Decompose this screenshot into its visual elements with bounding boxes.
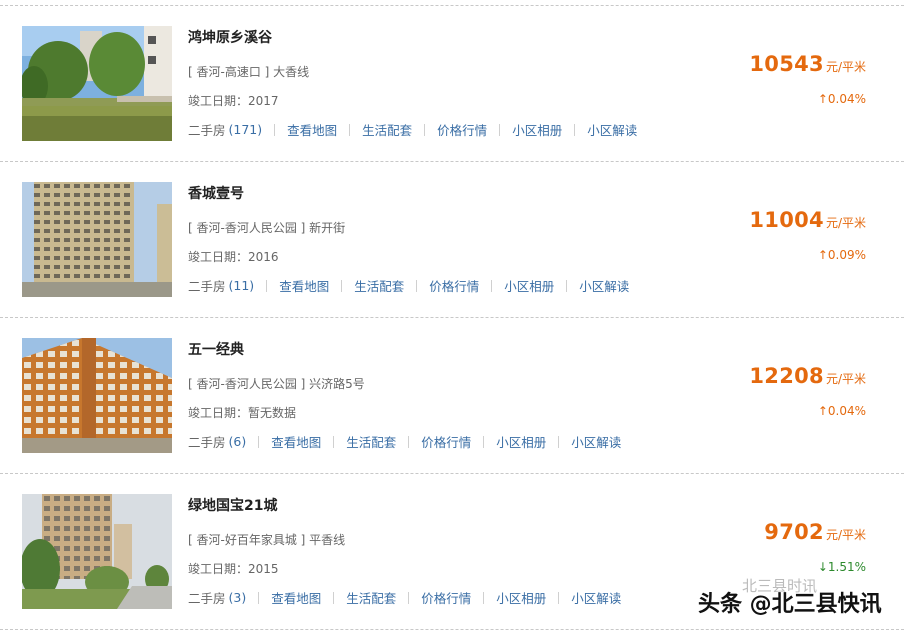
amenities-link[interactable]: 生活配套 xyxy=(362,120,412,139)
price-unit: 元/平米 xyxy=(825,372,866,386)
map-link[interactable]: 查看地图 xyxy=(271,432,321,451)
link-separator xyxy=(408,591,410,604)
album-link[interactable]: 小区相册 xyxy=(512,120,562,139)
link-separator xyxy=(483,435,485,448)
link-separator xyxy=(333,435,335,448)
secondhand-count[interactable]: (3) xyxy=(229,590,247,605)
link-separator xyxy=(499,123,501,136)
secondhand-label[interactable]: 二手房 xyxy=(188,276,226,295)
divider-bottom xyxy=(0,629,904,630)
price-unit: 元/平米 xyxy=(825,216,866,230)
price-trend-link[interactable]: 价格行情 xyxy=(421,432,471,451)
link-separator xyxy=(266,279,268,292)
secondhand-count[interactable]: (171) xyxy=(229,122,263,137)
link-separator xyxy=(416,279,418,292)
listing-links: 二手房 (11) 查看地图 生活配套 价格行情 小区相册 小区解读 xyxy=(188,276,629,295)
link-separator xyxy=(558,435,560,448)
listing-item: 鸿坤原乡溪谷 [ 香河-高速口 ] 大香线 竣工日期：2017 二手房 (171… xyxy=(0,6,904,162)
listing-address: [ 香河-好百年家具城 ] 平香线 xyxy=(188,533,346,547)
listing-address: [ 香河-香河人民公园 ] 兴济路5号 xyxy=(188,377,365,391)
link-separator xyxy=(424,123,426,136)
album-link[interactable]: 小区相册 xyxy=(496,588,546,607)
price-value: 9702 xyxy=(764,520,824,544)
listing-links: 二手房 (3) 查看地图 生活配套 价格行情 小区相册 小区解读 xyxy=(188,588,621,607)
secondhand-count[interactable]: (11) xyxy=(229,278,255,293)
listing-name[interactable]: 香城壹号 xyxy=(188,183,244,203)
listing-photo[interactable] xyxy=(22,26,172,141)
link-separator xyxy=(483,591,485,604)
listing-price: 11004 元/平米 xyxy=(749,208,866,232)
price-change: ↑0.04% xyxy=(817,404,866,418)
listing-name[interactable]: 鸿坤原乡溪谷 xyxy=(188,27,272,47)
price-value: 10543 xyxy=(749,52,824,76)
secondhand-count[interactable]: (6) xyxy=(229,434,247,449)
secondhand-label[interactable]: 二手房 xyxy=(188,120,226,139)
price-trend-link[interactable]: 价格行情 xyxy=(429,276,479,295)
map-link[interactable]: 查看地图 xyxy=(271,588,321,607)
link-separator xyxy=(491,279,493,292)
listing-price: 9702 元/平米 xyxy=(764,520,866,544)
map-link[interactable]: 查看地图 xyxy=(279,276,329,295)
listing-name[interactable]: 绿地国宝21城 xyxy=(188,495,277,515)
listing-price: 10543 元/平米 xyxy=(749,52,866,76)
link-separator xyxy=(574,123,576,136)
price-change: ↓1.51% xyxy=(817,560,866,574)
price-change: ↑0.09% xyxy=(817,248,866,262)
analysis-link[interactable]: 小区解读 xyxy=(571,432,621,451)
link-separator xyxy=(274,123,276,136)
link-separator xyxy=(566,279,568,292)
listing-year: 竣工日期：暂无数据 xyxy=(188,406,297,420)
price-value: 11004 xyxy=(749,208,824,232)
album-link[interactable]: 小区相册 xyxy=(504,276,554,295)
price-unit: 元/平米 xyxy=(825,60,866,74)
link-separator xyxy=(258,435,260,448)
listing-links: 二手房 (171) 查看地图 生活配套 价格行情 小区相册 小区解读 xyxy=(188,120,637,139)
listing-item: 香城壹号 [ 香河-香河人民公园 ] 新开街 竣工日期：2016 二手房 (11… xyxy=(0,162,904,318)
listing-item: 五一经典 [ 香河-香河人民公园 ] 兴济路5号 竣工日期：暂无数据 二手房 (… xyxy=(0,318,904,474)
listing-address: [ 香河-香河人民公园 ] 新开街 xyxy=(188,221,346,235)
price-trend-link[interactable]: 价格行情 xyxy=(421,588,471,607)
analysis-link[interactable]: 小区解读 xyxy=(579,276,629,295)
analysis-link[interactable]: 小区解读 xyxy=(587,120,637,139)
link-separator xyxy=(258,591,260,604)
listing-year: 竣工日期：2017 xyxy=(188,94,279,108)
listing-year: 竣工日期：2016 xyxy=(188,250,279,264)
link-separator xyxy=(333,591,335,604)
amenities-link[interactable]: 生活配套 xyxy=(346,588,396,607)
map-link[interactable]: 查看地图 xyxy=(287,120,337,139)
album-link[interactable]: 小区相册 xyxy=(496,432,546,451)
price-unit: 元/平米 xyxy=(825,528,866,542)
price-value: 12208 xyxy=(749,364,824,388)
listing-price: 12208 元/平米 xyxy=(749,364,866,388)
watermark: 头条 @北三县快讯 xyxy=(698,592,882,617)
analysis-link[interactable]: 小区解读 xyxy=(571,588,621,607)
listing-year: 竣工日期：2015 xyxy=(188,562,279,576)
secondhand-label[interactable]: 二手房 xyxy=(188,588,226,607)
link-separator xyxy=(408,435,410,448)
listing-photo[interactable] xyxy=(22,494,172,609)
amenities-link[interactable]: 生活配套 xyxy=(346,432,396,451)
price-trend-link[interactable]: 价格行情 xyxy=(437,120,487,139)
secondhand-label[interactable]: 二手房 xyxy=(188,432,226,451)
listing-address: [ 香河-高速口 ] 大香线 xyxy=(188,65,310,79)
link-separator xyxy=(349,123,351,136)
price-change: ↑0.04% xyxy=(817,92,866,106)
amenities-link[interactable]: 生活配套 xyxy=(354,276,404,295)
link-separator xyxy=(341,279,343,292)
listing-links: 二手房 (6) 查看地图 生活配套 价格行情 小区相册 小区解读 xyxy=(188,432,621,451)
listing-photo[interactable] xyxy=(22,182,172,297)
listing-name[interactable]: 五一经典 xyxy=(188,339,244,359)
link-separator xyxy=(558,591,560,604)
listing-photo[interactable] xyxy=(22,338,172,453)
